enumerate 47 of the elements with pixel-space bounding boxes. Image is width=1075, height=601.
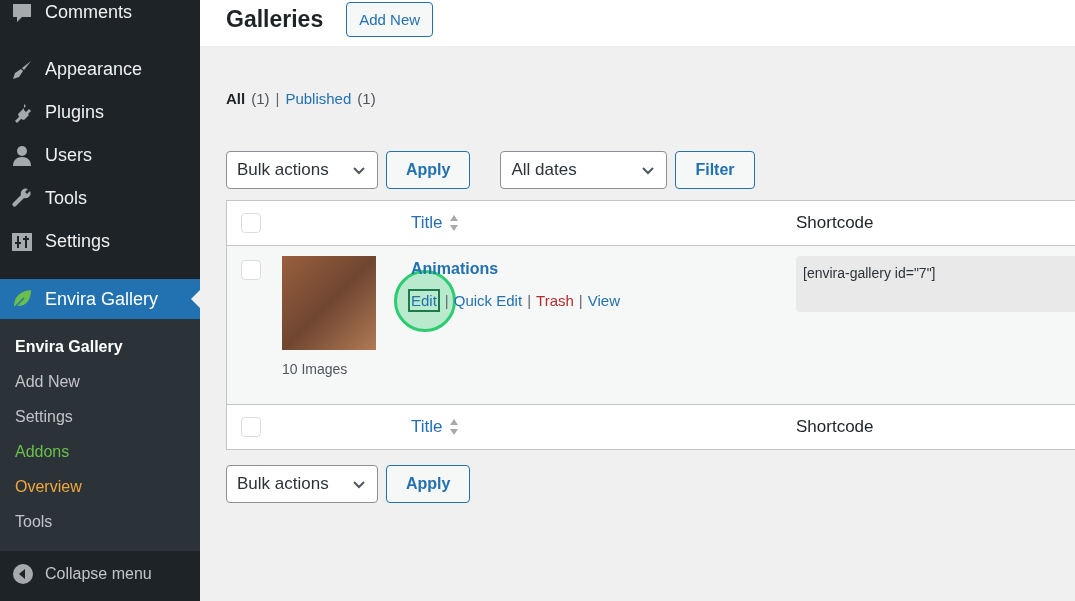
menu-item[interactable]: Settings <box>0 220 200 263</box>
filter-button[interactable]: Filter <box>675 151 755 189</box>
column-header-link[interactable]: Title <box>411 213 459 233</box>
row-action-link[interactable]: Edit <box>408 289 440 312</box>
submenu-item[interactable]: Addons <box>0 434 200 469</box>
checkbox[interactable] <box>241 213 261 233</box>
menu-item[interactable]: Tools <box>0 177 200 220</box>
shortcode-field[interactable]: [envira-gallery id="7"] <box>796 256 1075 312</box>
bulk-actions-select[interactable]: Bulk actions <box>226 151 378 189</box>
menu-item[interactable]: Envira Gallery <box>0 279 200 319</box>
gallery-title-link[interactable]: Animations <box>411 260 499 278</box>
user-icon <box>10 143 34 168</box>
apply-button[interactable]: Apply <box>386 465 471 503</box>
submenu-item[interactable]: Tools <box>0 504 200 539</box>
menu-item[interactable]: Appearance <box>0 48 200 91</box>
submenu-item[interactable]: Settings <box>0 399 200 434</box>
item-count: (1) <box>251 90 270 107</box>
row-action-link[interactable]: Trash <box>536 292 574 309</box>
column-header: Shortcode <box>796 417 874 436</box>
column-header-link[interactable]: Title <box>411 417 459 437</box>
collapse-icon <box>12 563 34 585</box>
menu-item[interactable]: Users <box>0 134 200 177</box>
filter-link[interactable]: All <box>226 90 246 107</box>
sort-icon <box>448 214 459 232</box>
filter-link[interactable]: Published <box>285 90 352 107</box>
submenu-item[interactable]: Overview <box>0 469 200 504</box>
checkbox[interactable] <box>241 417 261 437</box>
bulk-actions-select[interactable]: Bulk actions <box>226 465 378 503</box>
checkbox[interactable] <box>241 260 261 280</box>
menu-item[interactable]: Comments <box>0 0 200 34</box>
column-header: Shortcode <box>796 213 874 232</box>
collapse-menu-button[interactable]: Collapse menu <box>0 551 200 585</box>
menu-item[interactable]: Plugins <box>0 91 200 134</box>
row-action-link[interactable]: View <box>587 292 620 309</box>
image-count: 10 Images <box>282 361 349 377</box>
separator: | <box>578 292 583 309</box>
add-new-button[interactable]: Add New <box>346 2 434 37</box>
separator: | <box>444 292 449 309</box>
date-select[interactable]: All dates <box>500 151 668 189</box>
apply-button[interactable]: Apply <box>386 151 471 189</box>
submenu-item[interactable]: Add New <box>0 364 200 399</box>
sort-icon <box>448 418 459 436</box>
item-count: (1) <box>357 90 376 107</box>
submenu-item[interactable]: Envira Gallery <box>0 329 200 364</box>
separator: | <box>275 90 280 107</box>
page-title: Galleries <box>226 6 324 33</box>
separator: | <box>527 292 532 309</box>
